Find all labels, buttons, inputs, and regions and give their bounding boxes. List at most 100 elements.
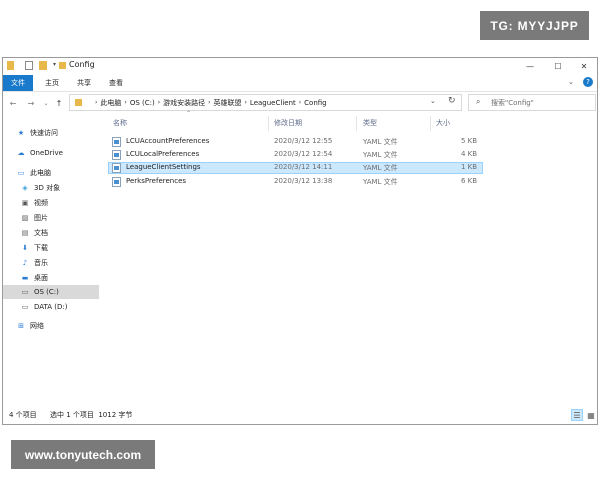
nav-videos[interactable]: ▣ 视频 (3, 196, 99, 210)
search-placeholder: 搜索"Config" (491, 99, 534, 107)
file-name: LeagueClientSettings (126, 163, 201, 171)
file-size: 6 KB (461, 177, 478, 185)
address-bar[interactable]: › 此电脑 › OS (C:) › 游戏安装路径 › 英雄联盟 › LeagueClie… (69, 94, 462, 111)
back-icon[interactable]: ← (7, 97, 19, 109)
table-row-selected[interactable]: LeagueClientSettings 2020/3/12 14:11 YAM… (108, 162, 483, 174)
crumb-leagueclient[interactable]: LeagueClient (250, 99, 296, 107)
large-icons-view-icon[interactable]: ▦ (585, 409, 597, 421)
nav-documents[interactable]: ▤ 文档 (3, 226, 99, 240)
title-folder-icon (59, 62, 66, 69)
title-bar: ▾ Config — ☐ ✕ (3, 58, 597, 75)
nav-downloads[interactable]: ⬇ 下载 (3, 241, 99, 255)
crumb-game-path[interactable]: 游戏安装路径 (163, 98, 205, 108)
crumb-os-c[interactable]: OS (C:) (130, 99, 155, 107)
table-row[interactable]: LCUAccountPreferences 2020/3/12 12:55 YA… (108, 136, 483, 148)
nav-music[interactable]: ♪ 音乐 (3, 256, 99, 270)
file-date: 2020/3/12 14:11 (274, 163, 333, 171)
file-list: ⌃ 名称 修改日期 类型 大小 LCUAccountPreferences 20… (108, 110, 588, 406)
watermark-site: www.tonyutech.com (11, 440, 155, 469)
desktop-icon: ▬ (21, 274, 29, 282)
yaml-file-icon (112, 177, 121, 187)
table-row[interactable]: PerksPreferences 2020/3/12 13:38 YAML 文件… (108, 176, 483, 188)
download-icon: ⬇ (22, 244, 28, 252)
nav-label: DATA (D:) (34, 303, 68, 311)
yaml-file-icon (112, 163, 121, 173)
cube-icon: ◈ (22, 184, 28, 192)
cloud-icon: ☁ (17, 149, 25, 157)
computer-icon: ▭ (17, 169, 25, 177)
ribbon-tabs: 文件 主页 共享 查看 ⌄ ? (3, 75, 597, 92)
nav-label: 音乐 (34, 259, 48, 267)
drive-icon: ▭ (21, 303, 29, 311)
nav-os-c[interactable]: ▭ OS (C:) (3, 285, 99, 299)
file-date: 2020/3/12 12:55 (274, 137, 333, 145)
star-icon: ★ (17, 129, 25, 137)
file-name: PerksPreferences (126, 177, 187, 185)
qat-dropdown-icon[interactable]: ▾ (53, 61, 56, 68)
video-icon: ▣ (21, 199, 29, 207)
refresh-icon[interactable]: ↻ (448, 96, 456, 106)
nav-desktop[interactable]: ▬ 桌面 (3, 271, 99, 285)
navigation-bar: ← → ⌄ ↑ › 此电脑 › OS (C:) › 游戏安装路径 › 英雄联盟 › Le… (3, 92, 597, 114)
nav-label: 网络 (30, 322, 44, 330)
column-divider[interactable] (430, 116, 431, 131)
search-icon: ⌕ (476, 97, 481, 106)
address-folder-icon (75, 99, 82, 106)
help-icon[interactable]: ? (583, 77, 593, 87)
file-date: 2020/3/12 12:54 (274, 150, 333, 158)
expand-ribbon-icon[interactable]: ⌄ (568, 78, 574, 86)
nav-label: 桌面 (34, 274, 48, 282)
column-divider[interactable] (268, 116, 269, 131)
up-icon[interactable]: ↑ (53, 97, 65, 109)
nav-network[interactable]: ⊞ 网络 (3, 319, 99, 333)
recent-dropdown-icon[interactable]: ⌄ (40, 97, 52, 109)
file-date: 2020/3/12 13:38 (274, 177, 333, 185)
nav-data-d[interactable]: ▭ DATA (D:) (3, 300, 99, 314)
close-icon[interactable]: ✕ (570, 58, 598, 75)
tab-view[interactable]: 查看 (103, 75, 129, 91)
forward-icon[interactable]: → (25, 97, 37, 109)
crumb-this-pc[interactable]: 此电脑 (100, 98, 121, 108)
file-type: YAML 文件 (363, 164, 398, 172)
file-size: 1 KB (461, 163, 478, 171)
sort-arrow-icon: ⌃ (186, 110, 192, 117)
tab-home[interactable]: 主页 (39, 75, 65, 91)
folder-icon (7, 61, 14, 70)
nav-quick-access[interactable]: ★ 快速访问 (3, 126, 99, 140)
breadcrumb: › 此电脑 › OS (C:) › 游戏安装路径 › 英雄联盟 › LeagueClie… (95, 98, 327, 108)
column-date[interactable]: 修改日期 (274, 118, 302, 128)
column-name[interactable]: 名称 (113, 118, 127, 128)
status-item-count: 4 个项目 (9, 411, 37, 419)
file-size: 4 KB (461, 150, 478, 158)
search-input[interactable]: ⌕ 搜索"Config" (468, 94, 596, 111)
navigation-pane: ★ 快速访问 ☁ OneDrive ▭ 此电脑 ◈ 3D 对象 ▣ 视频 ▨ 图片 ▤ 文档 … (3, 116, 103, 406)
nav-3d-objects[interactable]: ◈ 3D 对象 (3, 181, 99, 195)
minimize-icon[interactable]: — (516, 58, 544, 75)
table-row[interactable]: LCULocalPreferences 2020/3/12 12:54 YAML… (108, 149, 483, 161)
nav-label: 3D 对象 (34, 184, 61, 192)
file-type: YAML 文件 (363, 178, 398, 186)
nav-this-pc[interactable]: ▭ 此电脑 (3, 166, 99, 180)
tab-share[interactable]: 共享 (71, 75, 97, 91)
status-selection: 选中 1 个项目 1012 字节 (50, 411, 133, 419)
column-size[interactable]: 大小 (436, 118, 450, 128)
status-bar: 4 个项目 选中 1 个项目 1012 字节 ☰ ▦ (3, 406, 597, 424)
crumb-league[interactable]: 英雄联盟 (214, 98, 242, 108)
yaml-file-icon (112, 150, 121, 160)
details-view-icon[interactable]: ☰ (571, 409, 583, 421)
nav-onedrive[interactable]: ☁ OneDrive (3, 146, 99, 160)
nav-label: 视频 (34, 199, 48, 207)
file-name: LCULocalPreferences (126, 150, 200, 158)
column-divider[interactable] (356, 116, 357, 131)
nav-pictures[interactable]: ▨ 图片 (3, 211, 99, 225)
tab-file[interactable]: 文件 (3, 75, 33, 91)
nav-label: 文档 (34, 229, 48, 237)
properties-icon[interactable] (25, 61, 33, 70)
crumb-config[interactable]: Config (304, 99, 326, 107)
maximize-icon[interactable]: ☐ (544, 58, 572, 75)
nav-label: 图片 (34, 214, 48, 222)
watermark-tg: TG: MYYJJPP (480, 11, 589, 40)
new-folder-icon[interactable] (39, 61, 47, 70)
address-dropdown-icon[interactable]: ⌄ (430, 97, 436, 105)
column-type[interactable]: 类型 (363, 118, 377, 128)
